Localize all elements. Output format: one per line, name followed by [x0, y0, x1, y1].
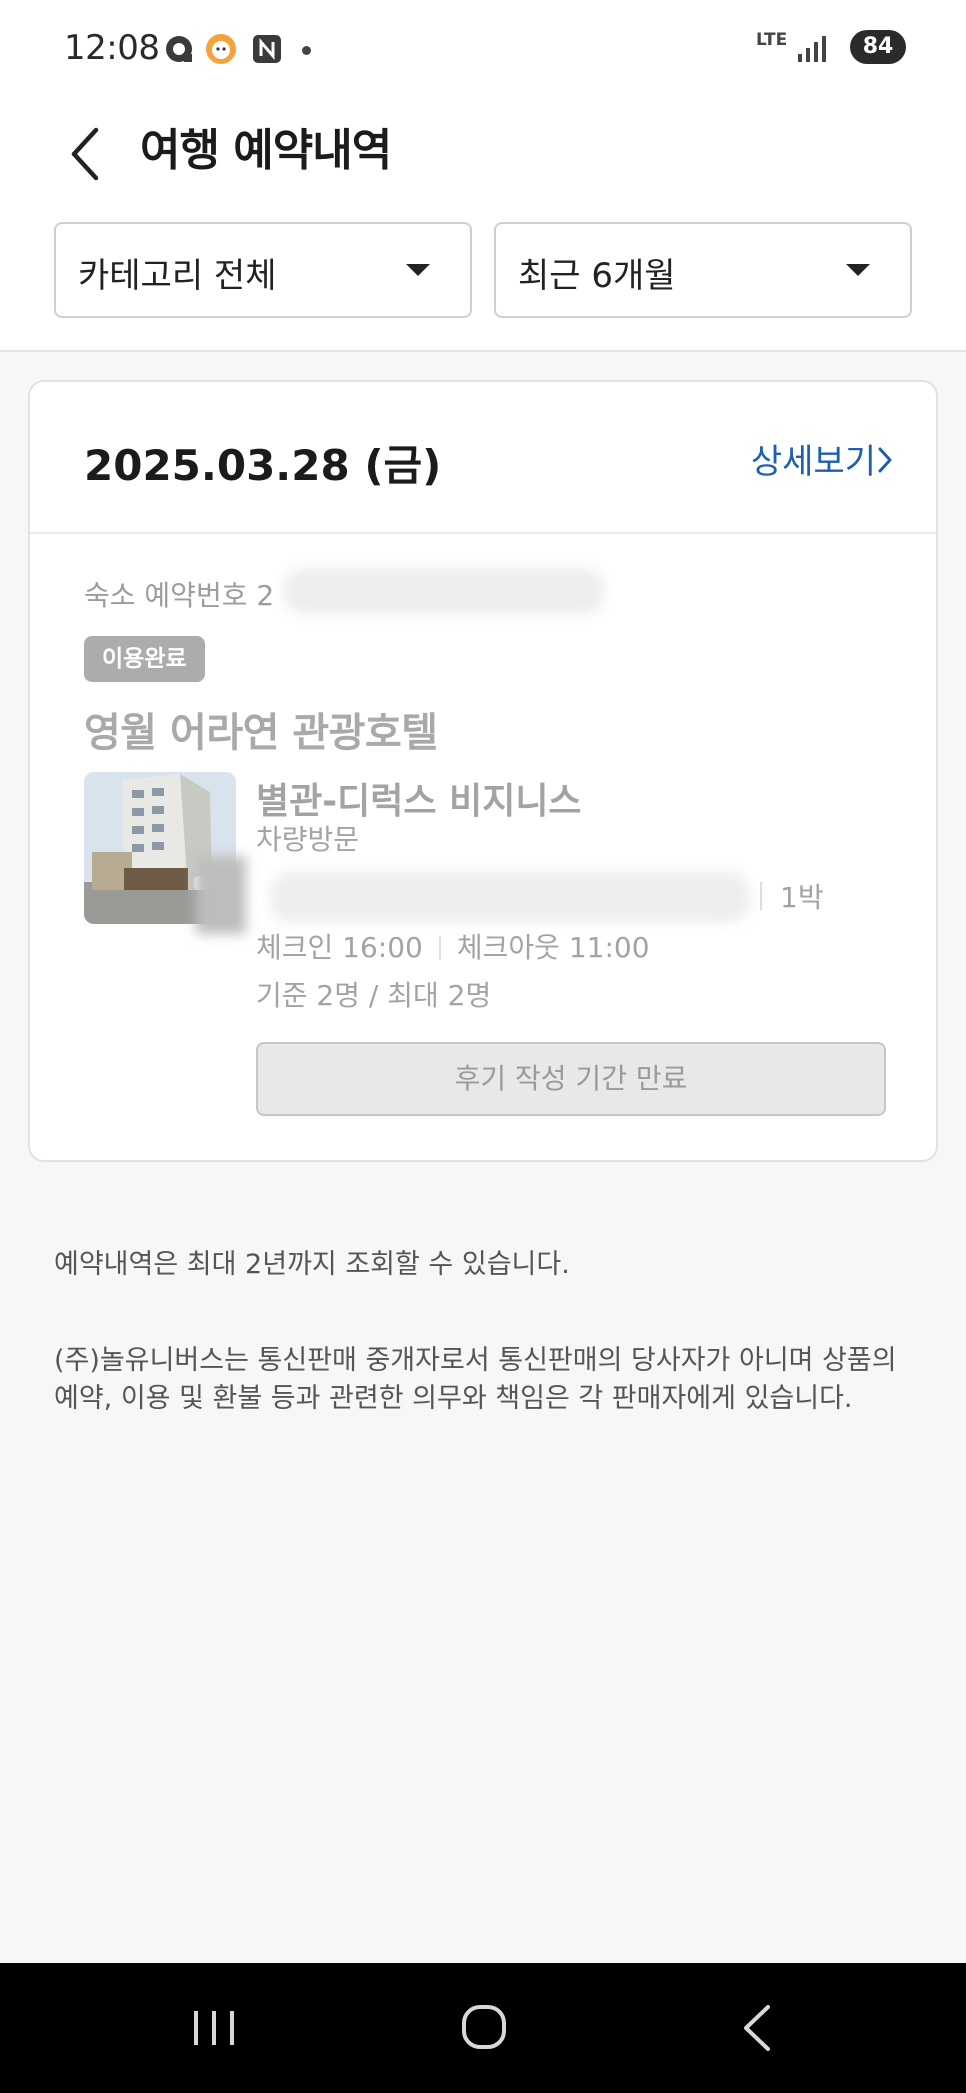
check-in-time: 체크인 16:00: [256, 931, 423, 964]
reservation-card: 2025.03.28 (금) 상세보기 숙소 예약번호 2 이용완료 영월 어라…: [28, 380, 938, 1162]
period-filter-dropdown[interactable]: 최근 6개월: [494, 222, 912, 318]
chevron-right-icon: [878, 447, 892, 473]
period-notice: 예약내역은 최대 2년까지 조회할 수 있습니다.: [54, 1249, 570, 1280]
redacted-image-overlay: [196, 856, 246, 934]
page-header: 여행 예약내역 카테고리 전체 최근 6개월: [0, 96, 966, 350]
redacted-reservation-number: [284, 568, 604, 614]
separator: [760, 882, 762, 910]
lte-icon: LTE: [756, 30, 788, 50]
home-button[interactable]: [444, 1993, 524, 2063]
header-divider: [0, 350, 966, 352]
system-back-button[interactable]: [716, 1993, 796, 2063]
hotel-name: 영월 어라연 관광호텔: [84, 710, 438, 756]
page-title: 여행 예약내역: [140, 125, 392, 176]
system-navigation-bar: [0, 1963, 966, 2093]
status-time: 12:08: [64, 28, 160, 68]
nights-count: 1박: [780, 881, 824, 914]
redacted-stay-dates: [270, 872, 750, 922]
visit-type: 차량방문: [256, 823, 360, 856]
status-badge: 이용완료: [84, 636, 205, 682]
category-filter-value: 카테고리 전체: [78, 256, 277, 296]
recent-apps-icon: [194, 2011, 234, 2045]
battery-indicator: 84: [850, 30, 906, 64]
caret-down-icon: [846, 264, 870, 276]
separator: [438, 936, 441, 960]
caret-down-icon: [406, 264, 430, 276]
home-icon: [462, 2005, 506, 2049]
category-filter-dropdown[interactable]: 카테고리 전체: [54, 222, 472, 318]
dot-icon: [302, 46, 311, 55]
n-app-icon: [253, 35, 281, 63]
system-status: LTE 84: [756, 30, 906, 68]
chevron-left-icon: [71, 127, 99, 181]
emoji-app-icon: [206, 34, 236, 64]
back-button[interactable]: [60, 116, 116, 188]
recent-apps-button[interactable]: [174, 1993, 254, 2063]
occupancy-info: 기준 2명 / 최대 2명: [256, 979, 492, 1012]
reservation-number-label: 숙소 예약번호 2: [84, 579, 275, 612]
back-icon: [744, 2005, 770, 2051]
detail-view-link[interactable]: 상세보기: [751, 434, 876, 483]
card-divider: [30, 532, 936, 534]
reservation-date: 2025.03.28 (금): [84, 441, 442, 490]
signal-icon: [798, 36, 826, 62]
check-times: 체크인 16:00 체크아웃 11:00: [256, 926, 650, 966]
period-filter-value: 최근 6개월: [518, 256, 676, 296]
room-name: 별관-디럭스 비지니스: [256, 781, 582, 822]
write-review-button[interactable]: 후기 작성 기간 만료: [256, 1042, 886, 1116]
status-bar: 12:08 LTE 84: [0, 0, 966, 96]
liability-notice: (주)놀유니버스는 통신판매 중개자로서 통신판매의 당사자가 아니며 상품의 …: [54, 1345, 897, 1414]
check-out-time: 체크아웃 11:00: [456, 931, 650, 964]
chat-bubble-icon: [166, 36, 192, 62]
